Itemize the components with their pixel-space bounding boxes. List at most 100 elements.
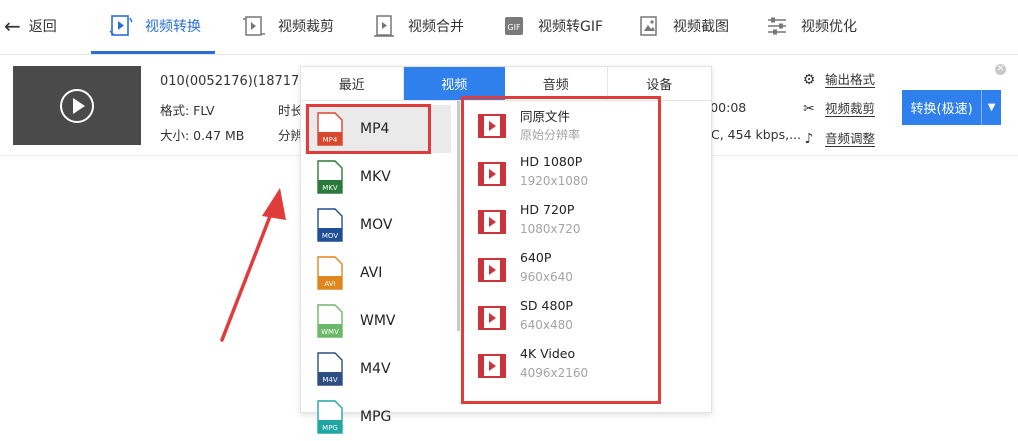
svg-text:WMV: WMV [321, 328, 339, 336]
resolution-item[interactable]: 同原文件 原始分辨率 [463, 101, 658, 149]
mp4-file-icon: MP4 [317, 112, 343, 146]
resolution-size: 1080x720 [520, 222, 581, 236]
mkv-file-icon: MKV [317, 160, 343, 194]
resolution-name: SD 480P [520, 298, 573, 313]
back-label: 返回 [28, 19, 57, 35]
svg-text:AVI: AVI [324, 280, 335, 288]
format-item-wmv[interactable]: WMV WMV [305, 297, 451, 345]
resolution-item[interactable]: HD 720P 1080x720 [463, 197, 658, 245]
scissors-icon: ✂ [803, 101, 815, 117]
tab-video-crop[interactable]: 视频裁剪 [242, 0, 334, 52]
back-arrow-icon: ← [4, 14, 21, 38]
film-icon [478, 354, 506, 378]
format-item-mpg[interactable]: MPG MPG [305, 393, 451, 441]
file-name: 010(0052176)(187179 [160, 74, 308, 89]
svg-text:MOV: MOV [322, 232, 338, 240]
optimize-icon [768, 17, 786, 35]
format-popup: 最近 视频 音频 设备 MP4 MP4 MKV MKV MOV MOV AVI … [300, 66, 712, 434]
tab-label: 视频转GIF [538, 19, 604, 35]
tab-video[interactable]: 视频 [403, 67, 505, 100]
format-list: MP4 MP4 MKV MKV MOV MOV AVI AVI WMV WMV … [301, 101, 453, 434]
video-thumbnail[interactable] [13, 66, 141, 145]
resolution-list: 同原文件 原始分辨率 HD 1080P 1920x1080 HD 720P 10… [463, 101, 711, 412]
tab-label: 视频裁剪 [278, 19, 334, 35]
annotation-arrow [220, 188, 286, 342]
video-convert-icon [109, 15, 133, 36]
resolution-size: 1920x1080 [520, 174, 589, 188]
svg-text:M4V: M4V [322, 376, 337, 384]
music-note-icon: ♪ [804, 131, 814, 147]
resolution-name: HD 720P [520, 202, 575, 217]
close-icon[interactable]: ✕ [995, 64, 1006, 75]
film-icon [478, 162, 506, 186]
resolution-item[interactable]: HD 1080P 1920x1080 [463, 149, 658, 197]
resolution-item[interactable]: SD 480P 640x480 [463, 293, 658, 341]
svg-text:MPG: MPG [322, 424, 338, 432]
resolution-name: 同原文件 [520, 109, 571, 124]
back-button[interactable]: ← 返回 [4, 13, 57, 39]
output-format-label: 输出格式 [825, 71, 876, 88]
format-tabs: 最近 视频 音频 设备 [301, 67, 711, 101]
tab-label: 视频合并 [408, 19, 464, 35]
play-icon[interactable] [60, 88, 94, 123]
format-item-avi[interactable]: AVI AVI [305, 249, 451, 297]
screenshot-icon [640, 16, 657, 36]
audio-adjust-link[interactable]: ♪ 音频调整 [800, 130, 876, 147]
svg-text:MKV: MKV [322, 184, 338, 192]
gif-icon: GIF [505, 17, 523, 35]
format-name: MKV [360, 169, 391, 185]
settings-icon: ⚙ [802, 72, 816, 88]
tab-label: 视频优化 [801, 19, 857, 35]
tab-audio[interactable]: 音频 [505, 67, 608, 100]
mov-file-icon: MOV [317, 208, 343, 242]
resolution-name: HD 1080P [520, 154, 583, 169]
format-item-mkv[interactable]: MKV MKV [305, 153, 451, 201]
film-icon [478, 258, 506, 282]
video-crop-icon [243, 16, 265, 36]
format-list-scrollbar[interactable] [457, 101, 460, 331]
tab-video-optimize[interactable]: 视频优化 [765, 0, 857, 52]
resolution-size: 4096x2160 [520, 366, 589, 380]
m4v-file-icon: M4V [317, 352, 343, 386]
video-crop-link[interactable]: ✂ 视频裁剪 [800, 100, 876, 117]
tab-device[interactable]: 设备 [608, 67, 712, 100]
convert-button[interactable]: 转换(极速) ▼ [902, 90, 1001, 125]
format-name: WMV [360, 313, 396, 329]
resolution-item[interactable]: 4K Video 4096x2160 [463, 341, 658, 389]
tab-video-convert[interactable]: 视频转换 [91, 0, 215, 54]
resolution-item[interactable]: 640P 960x640 [463, 245, 658, 293]
tab-video-to-gif[interactable]: GIF 视频转GIF [502, 0, 603, 52]
top-toolbar: ← 返回 视频转换 视频裁剪 视频合并 GIF 视频转GIF 视频截图 视频优化 [0, 0, 1018, 55]
resolution-name: 640P [520, 250, 552, 265]
audio-adjust-label: 音频调整 [825, 130, 876, 147]
film-icon [478, 210, 506, 234]
convert-label: 转换(极速) [910, 102, 973, 117]
format-item-m4v[interactable]: M4V M4V [305, 345, 451, 393]
tab-video-screenshot[interactable]: 视频截图 [637, 0, 729, 52]
output-audio-info: C, 454 kbps,... [711, 127, 802, 142]
svg-text:MP4: MP4 [323, 136, 338, 144]
avi-file-icon: AVI [317, 256, 343, 290]
chevron-down-icon[interactable]: ▼ [981, 90, 1001, 125]
tab-video-merge[interactable]: 视频合并 [372, 0, 464, 52]
video-crop-label: 视频裁剪 [825, 100, 876, 117]
file-format: 格式: FLV [160, 103, 215, 118]
output-duration: :00:08 [706, 100, 747, 115]
tab-recent[interactable]: 最近 [301, 67, 404, 100]
resolution-size: 640x480 [520, 318, 573, 332]
wmv-file-icon: WMV [317, 304, 343, 338]
format-name: AVI [360, 265, 383, 281]
format-name: M4V [360, 361, 391, 377]
resolution-size: 原始分辨率 [520, 128, 581, 142]
resolution-size: 960x640 [520, 270, 573, 284]
film-icon [478, 114, 506, 138]
format-item-mov[interactable]: MOV MOV [305, 201, 451, 249]
film-icon [478, 306, 506, 330]
output-format-link[interactable]: ⚙ 输出格式 [800, 71, 876, 88]
video-merge-icon [374, 15, 394, 37]
format-name: MPG [360, 409, 392, 425]
tab-label: 视频截图 [673, 19, 729, 35]
format-item-mp4[interactable]: MP4 MP4 [305, 105, 451, 153]
file-size: 大小: 0.47 MB [160, 128, 245, 143]
format-name: MOV [360, 217, 393, 233]
